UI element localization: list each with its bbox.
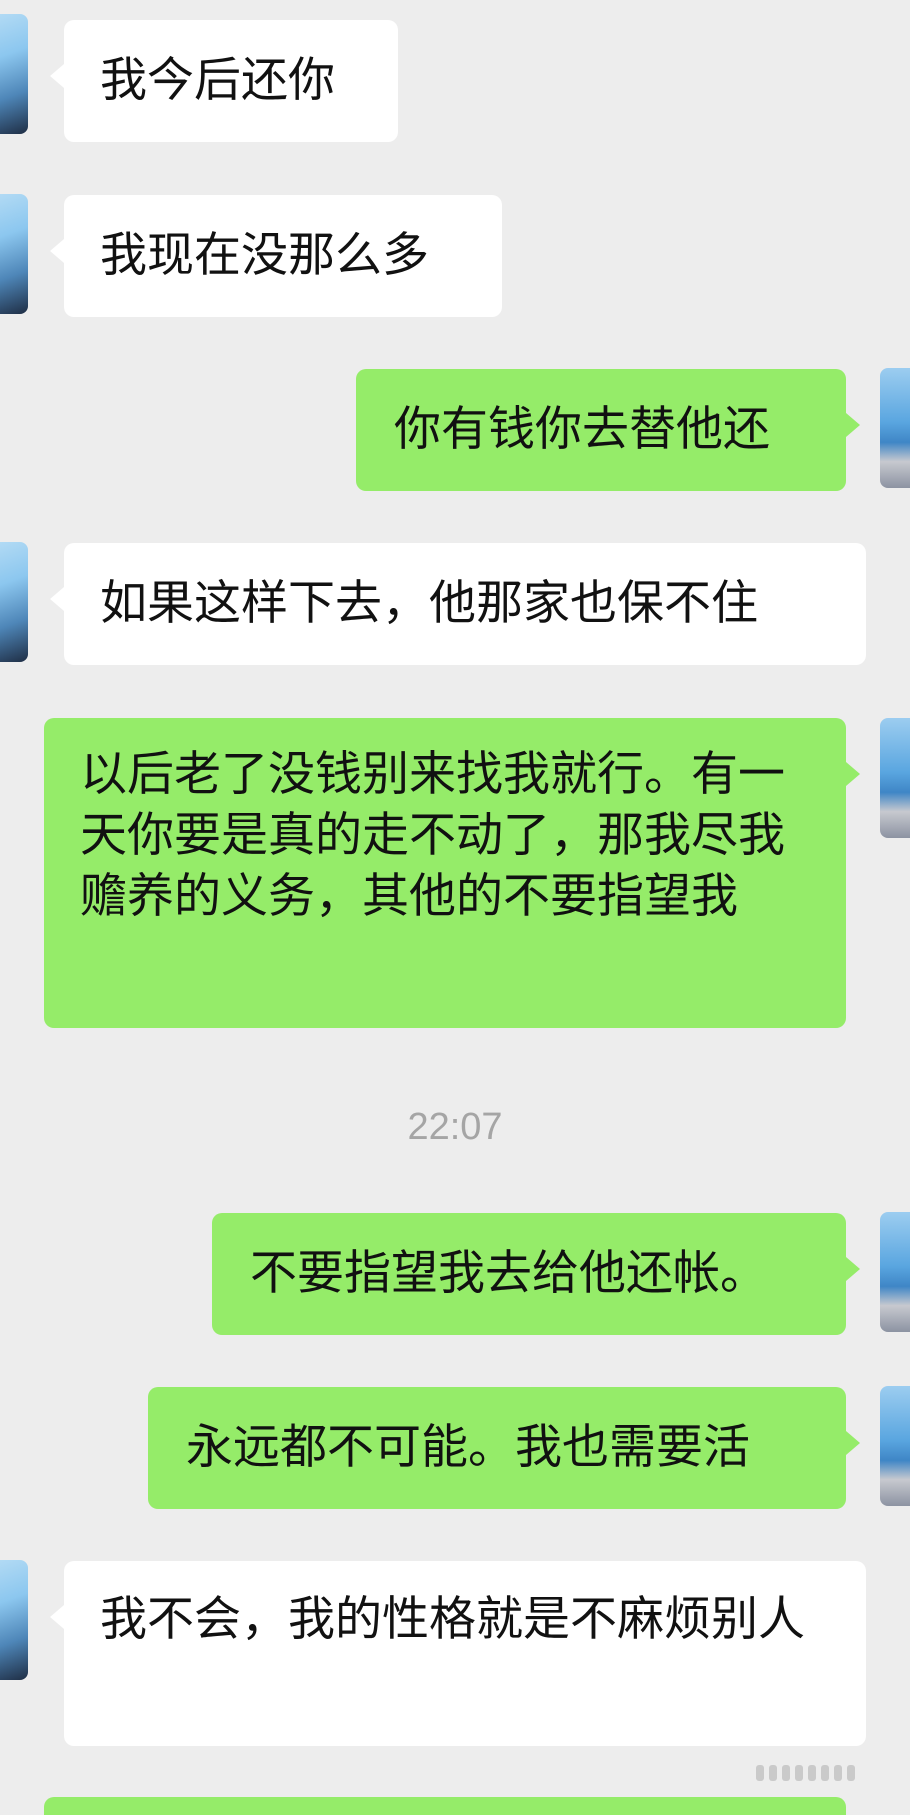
chat-window[interactable]: 我今后还你 我现在没那么多 你有钱你去替他还 如果这样下去，他那家也保不住 以后… bbox=[0, 0, 910, 1815]
contact-avatar-icon[interactable] bbox=[0, 542, 28, 662]
contact-avatar-icon[interactable] bbox=[0, 194, 28, 314]
message-bubble-outgoing[interactable]: 你有钱你去替他还 bbox=[356, 369, 860, 491]
message-timestamp: 22:07 bbox=[407, 1106, 503, 1148]
contact-avatar-icon[interactable] bbox=[0, 1560, 28, 1680]
message-bubble-outgoing[interactable]: 不要指望我去给他还帐。 bbox=[212, 1213, 860, 1335]
message-bubble-incoming[interactable]: 我今后还你 bbox=[50, 20, 398, 142]
message-bubble-outgoing-partial[interactable] bbox=[44, 1797, 846, 1815]
message-bubble-incoming[interactable]: 我现在没那么多 bbox=[50, 195, 502, 317]
message-bubble-outgoing[interactable]: 永远都不可能。我也需要活 bbox=[148, 1387, 860, 1509]
message-bubble-incoming[interactable]: 我不会，我的性格就是不麻烦别人 bbox=[50, 1561, 866, 1746]
self-avatar-icon[interactable] bbox=[880, 368, 910, 488]
message-bubble-outgoing[interactable]: 以后老了没钱别来找我就行。有一天你要是真的走不动了，那我尽我赡养的义务，其他的不… bbox=[44, 718, 860, 1028]
message-bubble-incoming[interactable]: 如果这样下去，他那家也保不住 bbox=[50, 543, 866, 665]
self-avatar-icon[interactable] bbox=[880, 1212, 910, 1332]
contact-avatar-icon[interactable] bbox=[0, 14, 28, 134]
watermark-icon bbox=[756, 1765, 886, 1787]
self-avatar-icon[interactable] bbox=[880, 1386, 910, 1506]
self-avatar-icon[interactable] bbox=[880, 718, 910, 838]
